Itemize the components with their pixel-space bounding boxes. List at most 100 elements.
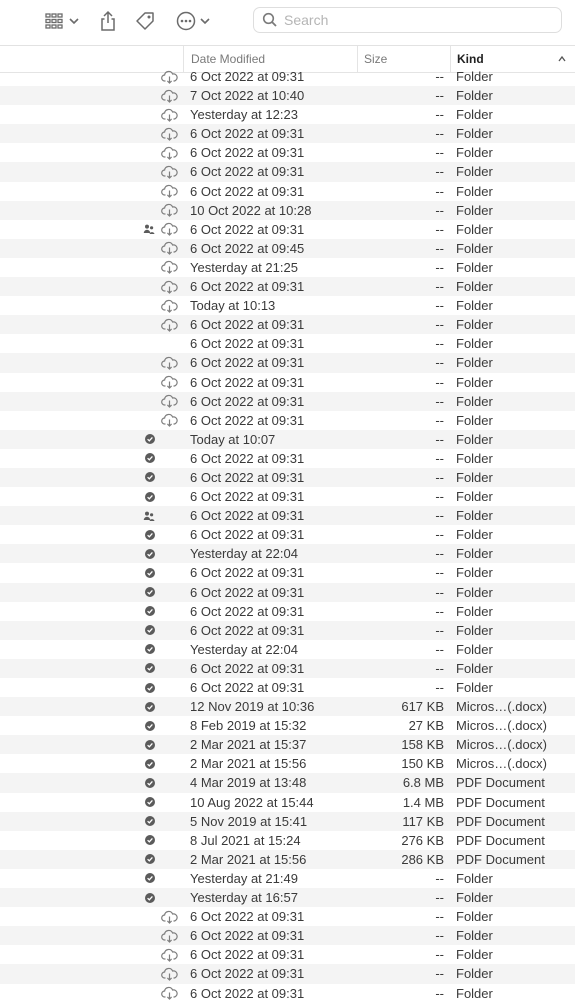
table-row[interactable]: 4 Mar 2019 at 13:48 6.8 MB PDF Document xyxy=(0,773,575,793)
table-row[interactable]: 6 Oct 2022 at 09:31 -- Folder xyxy=(0,353,575,373)
table-row[interactable]: 6 Oct 2022 at 09:31 -- Folder xyxy=(0,926,575,946)
date-modified-cell: 6 Oct 2022 at 09:31 xyxy=(190,660,305,676)
icloud-download-button[interactable] xyxy=(161,182,178,201)
table-row[interactable]: 5 Nov 2019 at 15:41 117 KB PDF Document xyxy=(0,811,575,831)
date-modified-cell: 4 Mar 2019 at 13:48 xyxy=(190,775,307,791)
sync-status xyxy=(144,430,156,449)
table-row[interactable]: 6 Oct 2022 at 09:31 -- Folder xyxy=(0,162,575,182)
table-row[interactable]: 6 Oct 2022 at 09:31 -- Folder xyxy=(0,487,575,506)
size-cell: 27 KB xyxy=(408,718,444,734)
synced-check-icon xyxy=(145,491,155,502)
more-actions-button[interactable] xyxy=(175,8,211,34)
table-row[interactable]: 6 Oct 2022 at 09:31 -- Folder xyxy=(0,563,575,582)
table-row[interactable]: 6 Oct 2022 at 09:45 -- Folder xyxy=(0,238,575,258)
table-row[interactable]: 6 Oct 2022 at 09:31 -- Folder xyxy=(0,525,575,544)
size-cell: -- xyxy=(435,985,444,1001)
kind-cell: Folder xyxy=(456,584,493,600)
table-row[interactable]: 10 Aug 2022 at 15:44 1.4 MB PDF Document xyxy=(0,793,575,812)
icloud-download-button[interactable] xyxy=(161,315,178,334)
table-row[interactable]: 6 Oct 2022 at 09:31 -- Folder xyxy=(0,678,575,697)
icloud-download-button[interactable] xyxy=(161,220,178,239)
table-row[interactable]: 6 Oct 2022 at 09:31 -- Folder xyxy=(0,373,575,392)
table-row[interactable]: 7 Oct 2022 at 10:40 -- Folder xyxy=(0,86,575,106)
view-options-button[interactable] xyxy=(44,8,80,34)
table-row[interactable]: 6 Oct 2022 at 09:31 -- Folder xyxy=(0,182,575,201)
icloud-download-icon xyxy=(161,242,178,256)
icloud-download-button[interactable] xyxy=(161,373,178,392)
icloud-download-button[interactable] xyxy=(161,392,178,411)
sync-status xyxy=(144,793,156,812)
icloud-download-button[interactable] xyxy=(161,86,178,105)
icloud-download-button[interactable] xyxy=(161,201,178,220)
icloud-download-button[interactable] xyxy=(161,964,178,983)
table-row[interactable]: 6 Oct 2022 at 09:31 -- Folder xyxy=(0,602,575,621)
table-row[interactable]: 6 Oct 2022 at 09:31 -- Folder xyxy=(0,277,575,297)
table-row[interactable]: 6 Oct 2022 at 09:31 -- Folder xyxy=(0,984,575,1003)
table-row[interactable]: 6 Oct 2022 at 09:31 -- Folder xyxy=(0,582,575,602)
table-row[interactable]: 6 Oct 2022 at 09:31 -- Folder xyxy=(0,334,575,353)
icloud-download-button[interactable] xyxy=(161,411,178,430)
table-row[interactable]: Yesterday at 21:25 -- Folder xyxy=(0,258,575,277)
table-row[interactable]: 8 Feb 2019 at 15:32 27 KB Micros…(.docx) xyxy=(0,716,575,735)
search-field[interactable] xyxy=(253,7,562,33)
icloud-download-button[interactable] xyxy=(161,258,178,277)
tags-button[interactable] xyxy=(134,8,156,34)
column-kind-label: Kind xyxy=(457,52,484,66)
sync-status xyxy=(144,449,156,468)
size-cell: 117 KB xyxy=(402,813,444,829)
table-row[interactable]: 6 Oct 2022 at 09:31 -- Folder xyxy=(0,506,575,526)
synced-check-icon xyxy=(145,758,155,769)
table-row[interactable]: Yesterday at 12:23 -- Folder xyxy=(0,105,575,124)
icloud-download-button[interactable] xyxy=(161,984,178,1003)
synced-check-icon xyxy=(145,567,155,578)
synced-check-icon xyxy=(145,720,155,731)
table-row[interactable]: 6 Oct 2022 at 09:31 -- Folder xyxy=(0,67,575,86)
sync-status xyxy=(144,583,156,602)
column-date-modified-label: Date Modified xyxy=(191,52,266,66)
icloud-download-button[interactable] xyxy=(161,353,178,372)
table-row[interactable]: Today at 10:07 -- Folder xyxy=(0,429,575,449)
search-input[interactable] xyxy=(284,12,544,28)
table-row[interactable]: 6 Oct 2022 at 09:31 -- Folder xyxy=(0,411,575,430)
table-row[interactable]: 2 Mar 2021 at 15:56 286 KB PDF Document xyxy=(0,849,575,869)
icloud-download-button[interactable] xyxy=(161,105,178,124)
table-row[interactable]: 6 Oct 2022 at 09:31 -- Folder xyxy=(0,620,575,640)
icloud-download-button[interactable] xyxy=(161,162,178,181)
table-row[interactable]: 6 Oct 2022 at 09:31 -- Folder xyxy=(0,220,575,239)
table-row[interactable]: 8 Jul 2021 at 15:24 276 KB PDF Document xyxy=(0,831,575,850)
table-row[interactable]: Today at 10:13 -- Folder xyxy=(0,296,575,315)
table-row[interactable]: 6 Oct 2022 at 09:31 -- Folder xyxy=(0,124,575,144)
table-row[interactable]: 6 Oct 2022 at 09:31 -- Folder xyxy=(0,658,575,678)
icloud-download-button[interactable] xyxy=(161,277,178,296)
icloud-download-button[interactable] xyxy=(161,296,178,315)
table-row[interactable]: Yesterday at 21:49 -- Folder xyxy=(0,869,575,888)
icloud-download-button[interactable] xyxy=(161,67,178,86)
table-row[interactable]: 6 Oct 2022 at 09:31 -- Folder xyxy=(0,449,575,468)
icloud-download-button[interactable] xyxy=(161,124,178,143)
table-row[interactable]: 12 Nov 2019 at 10:36 617 KB Micros…(.docx) xyxy=(0,697,575,717)
table-row[interactable]: Yesterday at 22:04 -- Folder xyxy=(0,640,575,659)
table-row[interactable]: 2 Mar 2021 at 15:56 150 KB Micros…(.docx) xyxy=(0,754,575,773)
table-row[interactable]: 6 Oct 2022 at 09:31 -- Folder xyxy=(0,945,575,964)
icloud-download-button[interactable] xyxy=(161,907,178,926)
table-row[interactable]: 6 Oct 2022 at 09:31 -- Folder xyxy=(0,143,575,162)
table-row[interactable]: Yesterday at 16:57 -- Folder xyxy=(0,888,575,908)
date-modified-cell: 6 Oct 2022 at 09:31 xyxy=(190,966,305,982)
table-row[interactable]: 6 Oct 2022 at 09:31 -- Folder xyxy=(0,467,575,488)
date-modified-cell: 6 Oct 2022 at 09:31 xyxy=(190,412,305,428)
size-cell: -- xyxy=(435,279,444,295)
table-row[interactable]: 6 Oct 2022 at 09:31 -- Folder xyxy=(0,907,575,926)
table-row[interactable]: 10 Oct 2022 at 10:28 -- Folder xyxy=(0,200,575,220)
table-row[interactable]: 6 Oct 2022 at 09:31 -- Folder xyxy=(0,391,575,411)
table-row[interactable]: 2 Mar 2021 at 15:37 158 KB Micros…(.docx) xyxy=(0,735,575,755)
table-row[interactable]: 6 Oct 2022 at 09:31 -- Folder xyxy=(0,315,575,335)
size-cell: 150 KB xyxy=(401,756,444,772)
icloud-download-button[interactable] xyxy=(161,143,178,162)
icloud-download-button[interactable] xyxy=(161,945,178,964)
icloud-download-button[interactable] xyxy=(161,926,178,945)
share-button[interactable] xyxy=(98,8,118,34)
table-row[interactable]: 6 Oct 2022 at 09:31 -- Folder xyxy=(0,964,575,984)
kind-cell: Folder xyxy=(456,469,493,485)
table-row[interactable]: Yesterday at 22:04 -- Folder xyxy=(0,544,575,564)
icloud-download-button[interactable] xyxy=(161,239,178,258)
